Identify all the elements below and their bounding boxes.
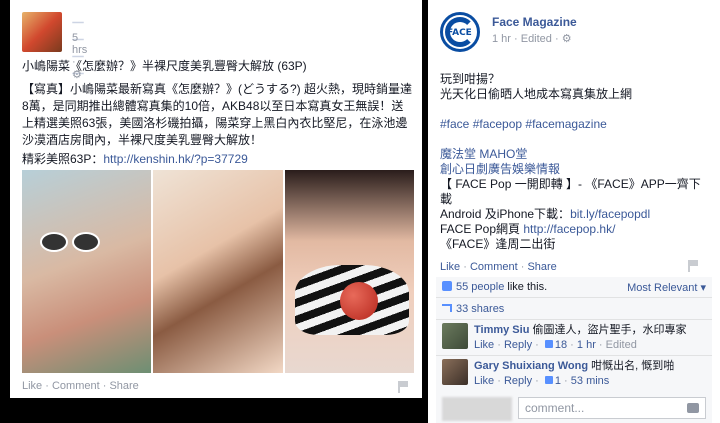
- comment-placeholder: comment...: [525, 401, 585, 415]
- flag-icon[interactable]: [688, 260, 698, 272]
- comment-body: Timmy Siu 偷圖達人，盜片聖手，水印專家 Like · Reply · …: [474, 323, 706, 352]
- comment-meta: Like · Reply · 1 · 53 mins: [474, 375, 610, 387]
- shares-link[interactable]: 33 shares: [442, 303, 706, 315]
- left-post-title: 小嶋陽菜《怎麼辦？》半裸尺度美乳豐臀大解放 (63P): [22, 59, 307, 73]
- most-relevant-dropdown[interactable]: Most Relevant ▾: [627, 281, 706, 294]
- avatar[interactable]: [442, 359, 468, 385]
- comment-like-link[interactable]: Like: [474, 375, 494, 387]
- left-post-actions: Like · Comment · Share: [22, 380, 139, 392]
- photo-2[interactable]: [153, 170, 283, 373]
- write-comment-row: comment...: [442, 395, 706, 421]
- soshin-link[interactable]: 創心日劇廣告娛樂情報: [440, 162, 710, 177]
- globe-icon: ⚙: [561, 33, 572, 45]
- web-line: FACE Pop網頁 http://facepop.hk/: [440, 222, 710, 237]
- photo-1[interactable]: [22, 170, 152, 373]
- issue-line: 《FACE》逢周二出街: [440, 237, 556, 251]
- left-post-text: 【寫真】小嶋陽菜最新寫真《怎麼辦？》(どうする?) 超火熱，現時銷量達8萬，是同…: [22, 82, 413, 147]
- thumbs-up-icon: [442, 281, 452, 291]
- web-link[interactable]: http://facepop.hk/: [523, 222, 615, 236]
- comment-reply-link[interactable]: Reply: [504, 339, 532, 351]
- logo-text: FACE: [447, 28, 472, 38]
- feedback-panel: 55 people like this. Most Relevant ▾ 33 …: [436, 277, 712, 423]
- likes-summary: 55 people like this. Most Relevant ▾: [442, 281, 706, 294]
- left-comment-link[interactable]: Comment: [52, 380, 100, 392]
- thumbs-up-icon: [544, 340, 553, 348]
- divider: [436, 355, 712, 356]
- link-label: 精彩美照63P：: [22, 152, 104, 166]
- sunglasses-shape: [40, 232, 104, 252]
- commenter-name[interactable]: Timmy Siu: [474, 324, 529, 336]
- face-logo[interactable]: FACE: [440, 12, 480, 52]
- commenter-name[interactable]: Gary Shuixiang Wong: [474, 360, 588, 372]
- facepop-line: 【 FACE Pop 一開即轉 】- 《FACE》APP一齊下載: [440, 177, 701, 206]
- right-post-time[interactable]: 1 hr · Edited ·: [492, 33, 562, 45]
- apple-shape: [339, 282, 378, 320]
- download-label: Android 及iPhone下載：: [440, 207, 571, 221]
- comment-like-link[interactable]: Like: [474, 339, 494, 351]
- right-post: FACE Face Magazine 1 hr · Edited · ⚙ 玩到咁…: [428, 0, 720, 423]
- right-post-body: 玩到咁揚？ 光天化日偷晒人地成本寫真集放上網 #face #facepop #f…: [440, 72, 710, 252]
- left-post-link[interactable]: http://kenshin.hk/?p=37729: [103, 152, 247, 166]
- intro-text: 玩到咁揚？ 光天化日偷晒人地成本寫真集放上網: [440, 72, 710, 102]
- comment-meta: Like · Reply · 18 · 1 hr · Edited: [474, 339, 637, 351]
- shares-count: 33 shares: [456, 303, 505, 315]
- share-icon: [442, 304, 452, 312]
- left-post-body: 小嶋陽菜《怎麼辦？》半裸尺度美乳豐臀大解放 (63P) 【寫真】小嶋陽菜最新寫真…: [22, 58, 414, 170]
- comment-reply-link[interactable]: Reply: [504, 375, 532, 387]
- divider: [436, 297, 712, 298]
- left-share-link[interactable]: Share: [109, 380, 138, 392]
- photo-grid: [22, 170, 414, 373]
- comment-edited: Edited: [605, 339, 637, 351]
- web-label: FACE Pop網頁: [440, 222, 524, 236]
- comment-body: Gary Shuixiang Wong 咁慨出名, 慨到啪 Like · Rep…: [474, 359, 706, 388]
- download-link[interactable]: bit.ly/facepopdl: [570, 207, 650, 221]
- right-share-link[interactable]: Share: [527, 261, 556, 273]
- current-user-avatar: [442, 397, 512, 421]
- info-block: 魔法堂 MAHO堂 創心日劇廣告娛樂情報 【 FACE Pop 一開即轉 】- …: [440, 147, 710, 252]
- flag-icon[interactable]: [398, 381, 408, 393]
- right-page-name[interactable]: Face Magazine: [492, 15, 577, 29]
- hashtags[interactable]: #face #facepop #facemagazine: [440, 117, 710, 132]
- sep: ·: [99, 380, 110, 392]
- comment-text: 咁慨出名, 慨到啪: [591, 360, 675, 372]
- left-like-link[interactable]: Like: [22, 380, 42, 392]
- comment-input[interactable]: comment...: [518, 397, 706, 419]
- sep: ·: [460, 261, 470, 273]
- thumbs-up-icon: [544, 376, 553, 384]
- left-post: 一一一一 5 hrs · ⚙ 小嶋陽菜《怎麼辦？》半裸尺度美乳豐臀大解放 (63…: [10, 0, 422, 398]
- sep: ·: [517, 261, 528, 273]
- likers-link[interactable]: 55 people: [456, 281, 504, 293]
- right-post-actions: Like · Comment · Share: [440, 261, 557, 273]
- comment-time[interactable]: 1 hr: [577, 339, 596, 351]
- intro-line-2: 光天化日偷晒人地成本寫真集放上網: [440, 87, 633, 101]
- intro-line-1: 玩到咁揚？: [440, 72, 501, 86]
- right-comment-link[interactable]: Comment: [470, 261, 518, 273]
- comment-text: 偷圖達人，盜片聖手，水印專家: [532, 324, 687, 336]
- right-post-meta: 1 hr · Edited · ⚙: [492, 32, 572, 45]
- comment-like-count[interactable]: 18: [555, 339, 567, 351]
- comment-time[interactable]: 53 mins: [571, 375, 610, 387]
- right-like-link[interactable]: Like: [440, 261, 460, 273]
- left-page-avatar[interactable]: [22, 12, 62, 52]
- left-post-link-line: 精彩美照63P：http://kenshin.hk/?p=37729: [22, 151, 414, 168]
- likes-rest: like this.: [504, 281, 548, 293]
- sep: ·: [42, 380, 52, 392]
- maho-link[interactable]: 魔法堂 MAHO堂: [440, 147, 710, 162]
- divider: [436, 319, 712, 320]
- download-line: Android 及iPhone下載：bit.ly/facepopdl: [440, 207, 710, 222]
- avatar[interactable]: [442, 323, 468, 349]
- photo-3[interactable]: [284, 170, 414, 373]
- camera-icon[interactable]: [687, 403, 699, 413]
